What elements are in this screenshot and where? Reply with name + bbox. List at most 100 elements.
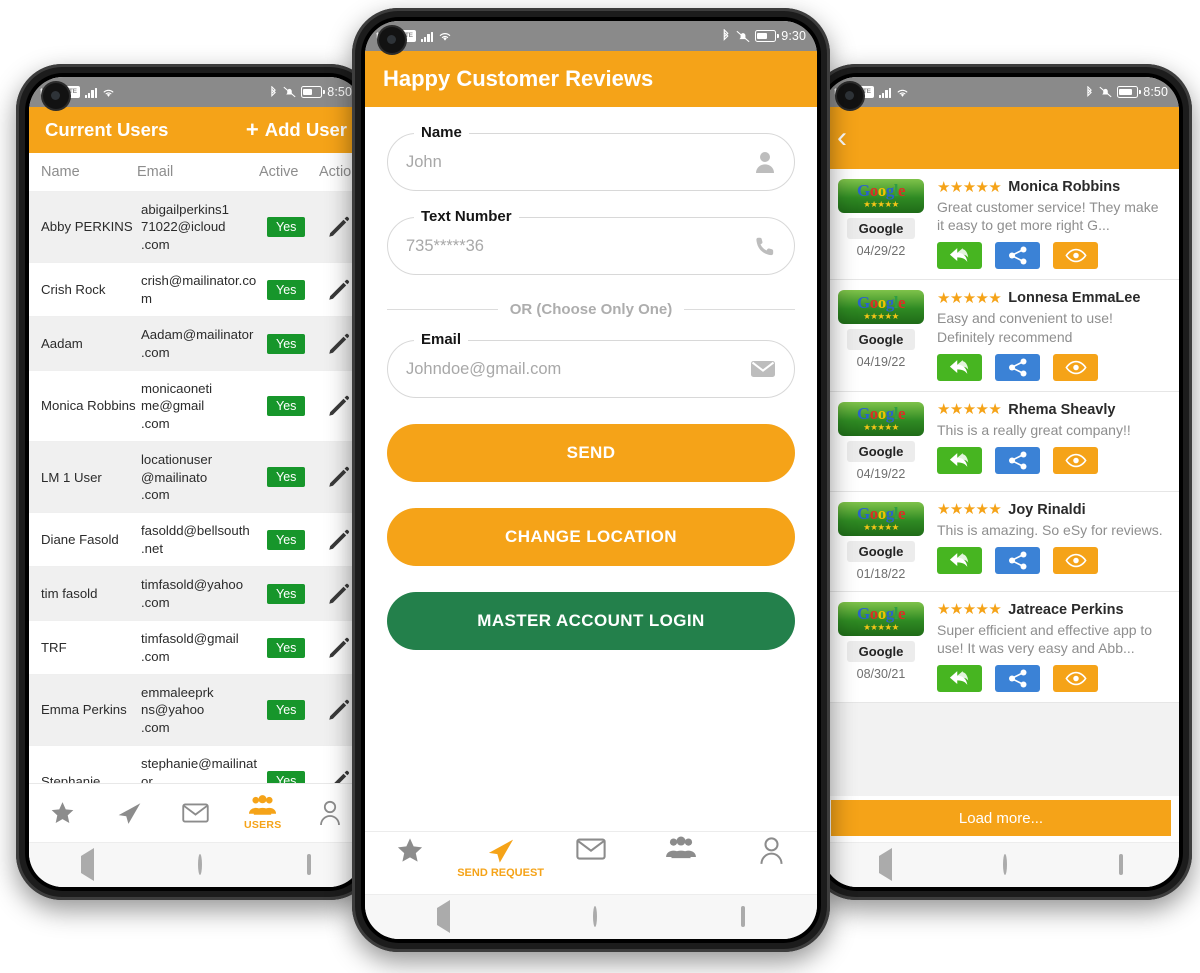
share-button[interactable]: [995, 546, 1040, 574]
table-row[interactable]: Diane Fasold fasoldd@bellsouth .net Yes: [29, 512, 363, 566]
table-row[interactable]: Stephanie stephanie@mailinator.com Yes: [29, 745, 363, 783]
google-logo-text: Google: [856, 181, 906, 201]
envelope-icon: [750, 359, 776, 379]
cell-email: abigailperkins1 71022@icloud .com: [141, 202, 229, 252]
email-field[interactable]: Email Johndoe@gmail.com: [387, 331, 795, 398]
eye-button[interactable]: [1053, 665, 1098, 693]
load-more-button[interactable]: Load more...: [831, 800, 1171, 836]
pencil-icon: [329, 583, 349, 604]
phone-right-reviews-screen: tel VoLTE 8:50 ‹ Goo: [810, 64, 1192, 900]
review-card[interactable]: Google ★★★★★ Google 04/29/22 ★★★★★ Monica Rob…: [823, 169, 1179, 281]
share-button[interactable]: [995, 353, 1040, 381]
review-actions: [937, 665, 1169, 693]
review-text: Great customer service! They make it eas…: [937, 199, 1159, 234]
eye-button[interactable]: [1053, 446, 1098, 474]
share-button[interactable]: [995, 242, 1040, 270]
review-date: 04/19/22: [856, 466, 906, 481]
users-table-body[interactable]: Abby PERKINS abigailperkins1 71022@icloud.…: [29, 191, 363, 783]
pencil-icon: [329, 637, 349, 658]
reply-button[interactable]: [937, 353, 982, 381]
phone-left-users-screen: tel VoLTE 8:50 Current Users: [16, 64, 376, 900]
nav-item-users[interactable]: USERS: [229, 795, 296, 831]
nav-item-users[interactable]: [636, 828, 726, 898]
reply-icon: [949, 671, 968, 686]
text-number-field[interactable]: Text Number 735*****36: [387, 208, 795, 275]
share-icon: [1008, 451, 1026, 470]
table-row[interactable]: Abby PERKINS abigailperkins1 71022@icloud.…: [29, 191, 363, 263]
google-logo-text: Google: [856, 292, 906, 312]
nav-item-favorites[interactable]: [365, 828, 455, 898]
share-icon: [1008, 669, 1026, 688]
back-button[interactable]: [878, 848, 892, 881]
add-user-button[interactable]: + Add User: [246, 119, 347, 141]
back-button[interactable]: [81, 848, 95, 881]
nav-item-mail[interactable]: [546, 828, 636, 898]
table-row[interactable]: LM 1 User locationuser @mailinato .com Yes: [29, 441, 363, 513]
recents-button[interactable]: [306, 854, 311, 875]
reply-button[interactable]: [937, 665, 982, 693]
table-row[interactable]: Crish Rock crish@mailinator.com Yes: [29, 262, 363, 316]
reply-button[interactable]: [937, 446, 982, 474]
table-row[interactable]: TRF timfasold@gmail .com Yes: [29, 620, 363, 674]
review-card[interactable]: Google ★★★★★ Google 04/19/22 ★★★★★ Rhema Shea…: [823, 391, 1179, 492]
wifi-icon: [897, 89, 908, 97]
reviews-list[interactable]: Google ★★★★★ Google 04/29/22 ★★★★★ Monica Rob…: [823, 169, 1179, 796]
android-system-nav[interactable]: [365, 894, 817, 939]
android-system-nav[interactable]: [29, 842, 363, 887]
recents-button[interactable]: [741, 906, 746, 927]
nav-item-mail[interactable]: [163, 801, 230, 825]
review-source-badge: Google: [846, 218, 916, 239]
recents-button[interactable]: [1119, 854, 1124, 875]
bluetooth-icon: [723, 29, 729, 41]
send-button[interactable]: SEND: [387, 424, 795, 482]
master-account-login-button[interactable]: MASTER ACCOUNT LOGIN: [387, 592, 795, 650]
nav-item-send[interactable]: [96, 800, 163, 826]
review-card[interactable]: Google ★★★★★ Google 01/18/22 ★★★★★ Joy Rinald…: [823, 491, 1179, 592]
eye-button[interactable]: [1053, 546, 1098, 574]
active-badge: Yes: [267, 396, 306, 417]
cell-name: Crish Rock: [41, 281, 106, 297]
phone-bezel: tel VoLTE 8:50 Current Users: [25, 73, 367, 891]
review-card[interactable]: Google ★★★★★ Google 04/19/22 ★★★★★ Lonnesa Em…: [823, 280, 1179, 392]
review-source-badge: Google: [846, 640, 916, 662]
google-logo-stars: ★★★★★: [863, 522, 899, 532]
share-button[interactable]: [995, 665, 1040, 693]
nav-item-profile[interactable]: [727, 828, 817, 898]
android-system-nav[interactable]: [823, 842, 1179, 887]
table-row[interactable]: Emma Perkins emmaleeprk ns@yahoo .com Yes: [29, 674, 363, 746]
change-location-button[interactable]: CHANGE LOCATION: [387, 508, 795, 566]
email-input-placeholder: Johndoe@gmail.com: [406, 359, 562, 378]
text-number-field-label: Text Number: [414, 208, 519, 225]
status-bar-right: 8:50: [269, 85, 352, 99]
eye-icon: [1064, 249, 1087, 263]
table-row[interactable]: tim fasold timfasold@yahoo .com Yes: [29, 566, 363, 621]
home-button[interactable]: [593, 906, 598, 927]
table-row[interactable]: Aadam Aadam@mailinator .com Yes: [29, 316, 363, 370]
nav-item-favorites[interactable]: [29, 800, 96, 826]
nav-item-send-request[interactable]: SEND REQUEST: [455, 828, 545, 898]
eye-button[interactable]: [1053, 353, 1098, 381]
review-card[interactable]: Google ★★★★★ Google 08/30/21 ★★★★★ Jatreace P…: [823, 591, 1179, 704]
pencil-icon: [334, 771, 349, 783]
load-more-wrap: Load more...: [823, 796, 1179, 842]
table-row[interactable]: Monica Robbins monicaoneti me@gmail .com Yes: [29, 369, 363, 441]
home-button[interactable]: [198, 854, 203, 875]
share-icon: [1008, 246, 1026, 265]
reply-button[interactable]: [937, 242, 982, 270]
clock: 9:30: [781, 29, 806, 43]
active-badge: Yes: [267, 333, 306, 354]
back-button[interactable]: [436, 900, 450, 933]
bottom-navigation[interactable]: USERS: [29, 783, 363, 842]
home-button[interactable]: [1003, 854, 1008, 875]
cell-name: Aadam: [41, 335, 83, 351]
review-header: ★★★★★ Monica Robbins: [937, 179, 1169, 195]
bottom-navigation[interactable]: SEND REQUEST: [365, 831, 817, 894]
reply-button[interactable]: [937, 546, 982, 574]
name-field[interactable]: Name John: [387, 124, 795, 191]
review-text: This is a really great company!!: [937, 421, 1131, 438]
share-button[interactable]: [995, 446, 1040, 474]
column-header-name: Name: [41, 164, 80, 180]
cell-active: Yes: [267, 583, 327, 604]
back-chevron-icon[interactable]: ‹: [837, 123, 847, 153]
eye-button[interactable]: [1053, 242, 1098, 270]
